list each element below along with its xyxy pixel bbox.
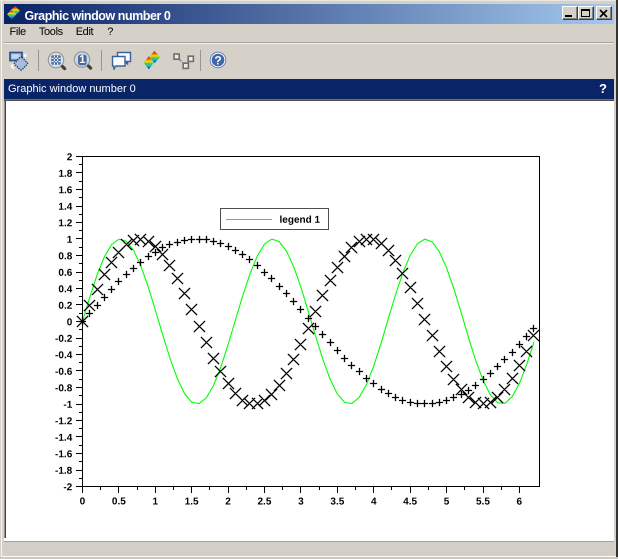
- svg-text:-1: -1: [63, 400, 72, 411]
- svg-text:4: 4: [371, 497, 377, 508]
- svg-text:1.8: 1.8: [58, 169, 72, 180]
- svg-text:3.5: 3.5: [330, 497, 344, 508]
- svg-text:4.5: 4.5: [403, 497, 417, 508]
- svg-text:5.5: 5.5: [476, 497, 490, 508]
- svg-text:1.6: 1.6: [58, 185, 72, 196]
- svg-text:-0.2: -0.2: [55, 334, 73, 345]
- svg-text:5: 5: [444, 497, 450, 508]
- svg-text:-2: -2: [63, 482, 72, 493]
- svg-text:-1.2: -1.2: [55, 416, 73, 427]
- svg-text:-0.6: -0.6: [55, 367, 73, 378]
- svg-text:-1.4: -1.4: [55, 433, 73, 444]
- svg-text:1: 1: [67, 235, 73, 246]
- svg-text:6: 6: [517, 497, 523, 508]
- svg-text:0: 0: [67, 317, 73, 328]
- svg-text:0.4: 0.4: [58, 284, 72, 295]
- svg-text:0.2: 0.2: [58, 301, 72, 312]
- svg-text:0.5: 0.5: [112, 496, 126, 507]
- svg-text:1.2: 1.2: [58, 218, 72, 229]
- svg-text:-1.8: -1.8: [55, 466, 73, 477]
- svg-text:2.5: 2.5: [257, 496, 271, 507]
- svg-text:1.5: 1.5: [185, 496, 199, 507]
- svg-text:2: 2: [225, 496, 231, 507]
- svg-text:1.4: 1.4: [58, 202, 72, 213]
- svg-text:0.6: 0.6: [58, 268, 72, 279]
- svg-text:-0.8: -0.8: [55, 383, 73, 394]
- svg-text:0.8: 0.8: [58, 251, 72, 262]
- svg-text:0: 0: [80, 496, 86, 507]
- svg-text:-1.6: -1.6: [55, 449, 73, 460]
- svg-text:legend 1: legend 1: [279, 215, 320, 226]
- svg-text:3: 3: [298, 496, 304, 507]
- svg-text:1: 1: [152, 496, 158, 507]
- svg-text:-0.4: -0.4: [55, 350, 73, 361]
- svg-text:2: 2: [67, 152, 73, 163]
